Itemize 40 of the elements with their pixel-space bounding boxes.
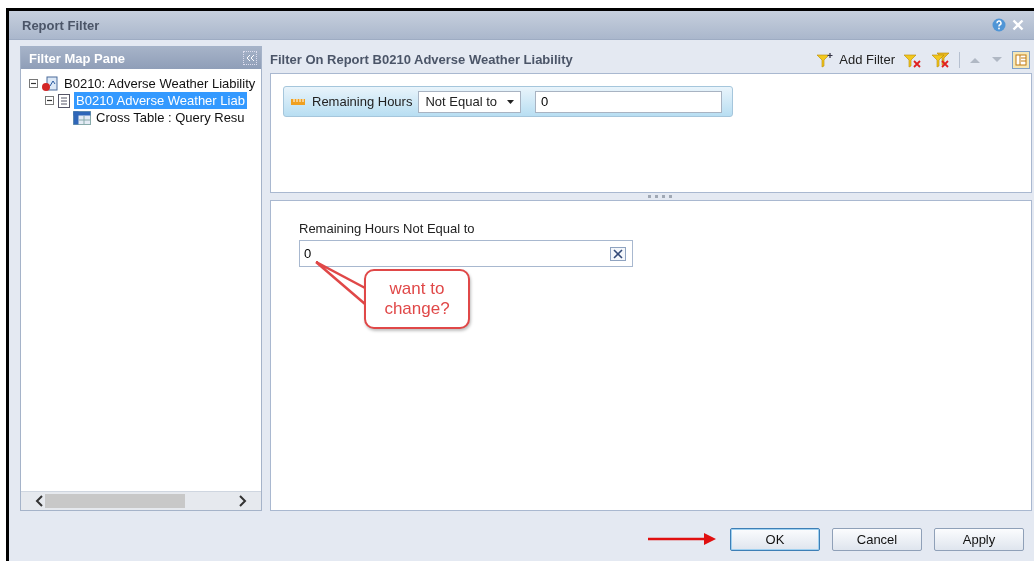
move-down-icon[interactable]: [990, 54, 1004, 65]
table-icon: [73, 110, 91, 125]
measure-icon: [290, 97, 306, 106]
panel-title: Filter On Report B0210 Adverse Weather Liability: [270, 52, 573, 67]
operator-dropdown[interactable]: Not Equal to: [418, 90, 521, 113]
document-icon: [57, 92, 71, 109]
clear-button[interactable]: [610, 246, 626, 261]
clear-icon: [613, 248, 623, 259]
remove-filter-icon: [903, 51, 923, 68]
tree-toggle[interactable]: [45, 96, 54, 105]
window-title: Report Filter: [22, 17, 100, 33]
layout-icon[interactable]: [1012, 50, 1030, 69]
chevron-left-icon[interactable]: [35, 495, 45, 507]
add-filter-button[interactable]: Add Filter: [816, 51, 895, 68]
horizontal-scrollbar[interactable]: [21, 491, 261, 510]
double-chevron-left-icon: [245, 54, 255, 62]
splitter-grip-icon[interactable]: [648, 195, 672, 198]
pointing-arrow: [648, 533, 718, 545]
filter-value-field[interactable]: 0: [535, 90, 722, 113]
tree-toggle[interactable]: [29, 79, 38, 88]
chevron-right-icon[interactable]: [237, 495, 247, 507]
filter-condition[interactable]: Remaining Hours Not Equal to 0: [283, 86, 733, 117]
value-field[interactable]: 0: [299, 240, 633, 267]
tree-item[interactable]: B0210: Adverse Weather Liability: [62, 75, 258, 92]
help-icon[interactable]: [992, 18, 1006, 32]
dialog-button[interactable]: Cancel: [832, 527, 922, 551]
collapse-button[interactable]: [243, 51, 257, 65]
filter-object-label: Remaining Hours: [312, 94, 413, 109]
caret-icon: [507, 99, 514, 104]
remove-all-filters-icon: [931, 51, 951, 68]
value-label: Remaining Hours Not Equal to: [299, 221, 475, 236]
dialog-button[interactable]: OK: [730, 527, 820, 551]
dialog-button[interactable]: Apply: [934, 527, 1024, 551]
minus-icon: [46, 97, 53, 104]
pane-title: Filter Map Pane: [29, 50, 126, 66]
close-icon[interactable]: [1012, 19, 1024, 31]
minus-icon: [30, 80, 37, 87]
report-icon: [41, 75, 59, 92]
callout: want to change?: [364, 269, 470, 329]
tree-item[interactable]: Cross Table : Query Resu: [94, 109, 247, 126]
